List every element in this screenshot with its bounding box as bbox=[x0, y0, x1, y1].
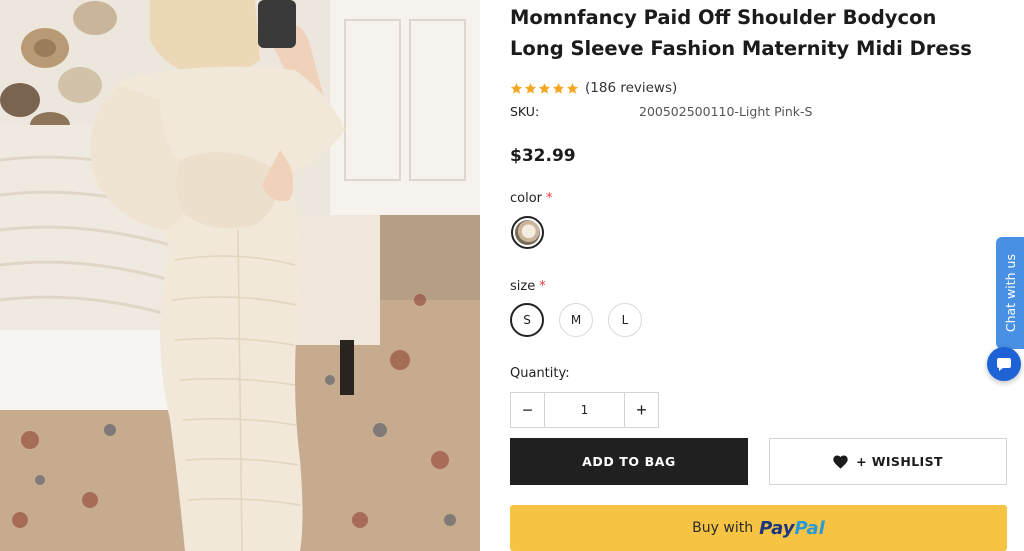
star-icon bbox=[524, 82, 537, 94]
chat-tab-label: Chat with us bbox=[1002, 253, 1018, 333]
color-swatch-selected[interactable] bbox=[511, 216, 544, 249]
quantity-label: Quantity: bbox=[510, 366, 570, 381]
chat-icon bbox=[997, 357, 1011, 371]
buy-with-text: Buy with bbox=[692, 520, 754, 536]
paypal-logo-pal: Pal bbox=[794, 517, 825, 539]
quantity-input[interactable] bbox=[545, 393, 624, 427]
size-option-s[interactable]: S bbox=[510, 303, 544, 337]
size-label-text: size bbox=[510, 279, 536, 294]
required-marker: * bbox=[539, 279, 546, 294]
product-image[interactable] bbox=[0, 0, 480, 551]
rating-row[interactable]: (186 reviews) bbox=[510, 80, 677, 96]
star-icon bbox=[538, 82, 551, 94]
star-icon bbox=[510, 82, 523, 94]
required-marker: * bbox=[546, 191, 553, 206]
sku-label: SKU: bbox=[510, 104, 540, 119]
color-label: color * bbox=[510, 191, 553, 206]
paypal-logo: PayPal bbox=[759, 518, 825, 539]
star-icon bbox=[566, 82, 579, 94]
chat-launcher-button[interactable] bbox=[987, 347, 1021, 381]
buy-with-paypal-button[interactable]: Buy with PayPal bbox=[510, 505, 1007, 551]
product-price: $32.99 bbox=[510, 146, 576, 166]
color-label-text: color bbox=[510, 191, 543, 206]
add-to-wishlist-button[interactable]: + WISHLIST bbox=[769, 438, 1007, 485]
size-option-m[interactable]: M bbox=[559, 303, 593, 337]
quantity-decrease-button[interactable]: − bbox=[511, 393, 545, 427]
add-to-bag-button[interactable]: ADD TO BAG bbox=[510, 438, 748, 485]
chat-with-us-tab[interactable]: Chat with us bbox=[996, 237, 1024, 349]
heart-icon bbox=[833, 455, 848, 469]
star-icon bbox=[552, 82, 565, 94]
size-option-l[interactable]: L bbox=[608, 303, 642, 337]
sku-value: 200502500110-Light Pink-S bbox=[639, 104, 813, 119]
size-label: size * bbox=[510, 279, 546, 294]
product-title: Momnfancy Paid Off Shoulder Bodycon Long… bbox=[510, 6, 972, 60]
paypal-logo-pay: Pay bbox=[759, 517, 795, 539]
minus-icon: − bbox=[522, 399, 533, 420]
plus-icon: + bbox=[636, 399, 647, 420]
star-rating bbox=[510, 82, 579, 95]
color-swatch-image bbox=[515, 220, 540, 245]
wishlist-label: + WISHLIST bbox=[856, 454, 943, 469]
quantity-increase-button[interactable]: + bbox=[624, 393, 658, 427]
quantity-stepper: − + bbox=[510, 392, 659, 428]
product-photo-illustration bbox=[0, 0, 480, 551]
reviews-count-link[interactable]: (186 reviews) bbox=[585, 80, 677, 96]
